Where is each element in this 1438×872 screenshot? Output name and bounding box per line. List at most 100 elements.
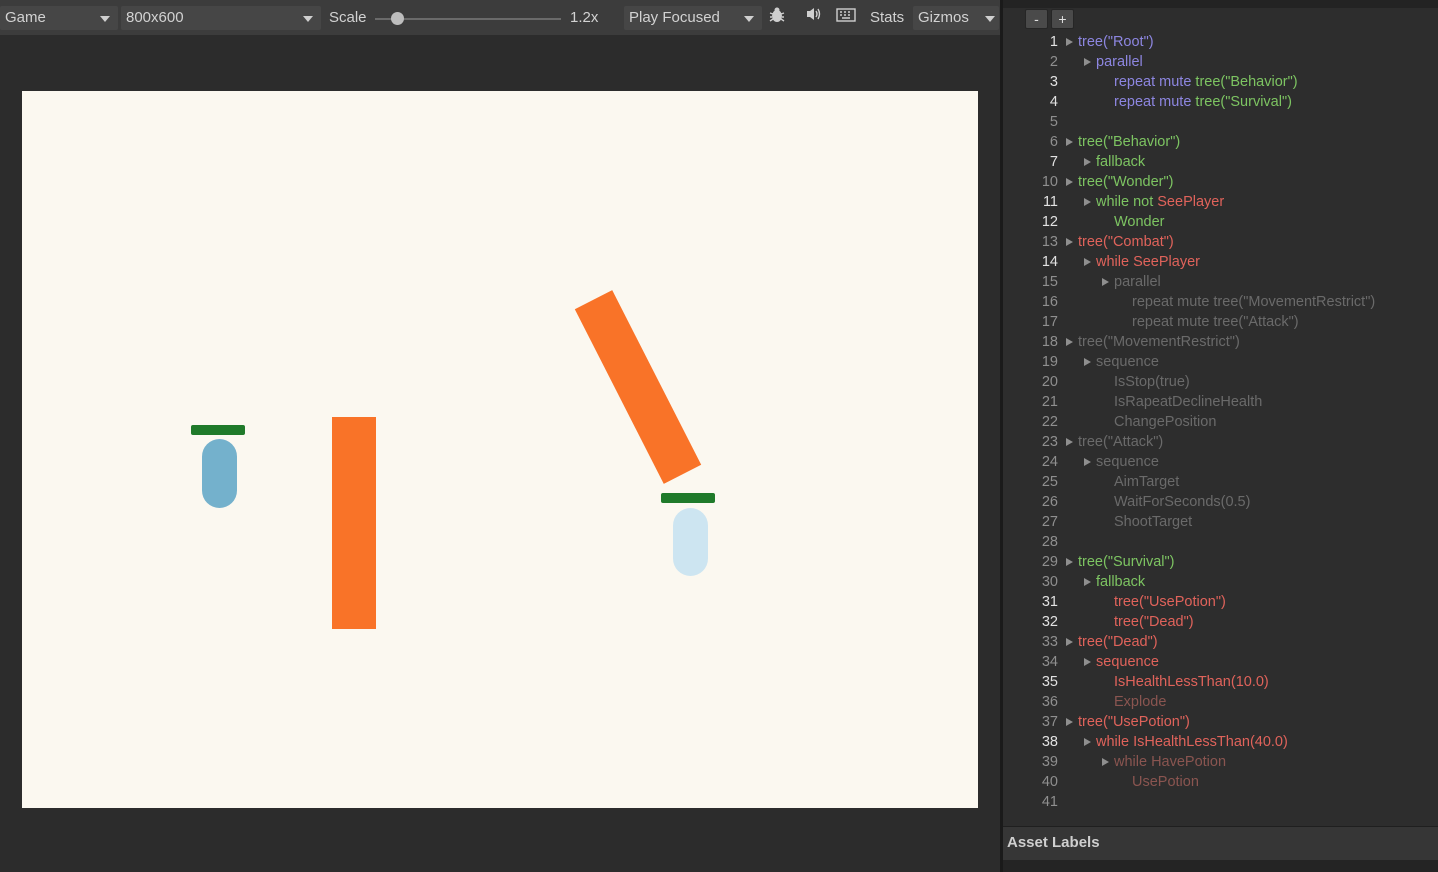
scale-label: Scale [329,9,367,26]
code-line: 29 tree("Survival") [1003,552,1438,572]
code-line: 20 IsStop(true) [1003,372,1438,392]
code-line: 22 ChangePosition [1003,412,1438,432]
gizmos-dropdown[interactable]: Gizmos [913,6,999,30]
code-text: IsStop(true) [1114,372,1190,392]
line-number: 11 [1042,194,1058,210]
code-line: 3 repeat mute tree("Behavior") [1003,72,1438,92]
game-canvas[interactable] [22,91,978,808]
code-text: repeat mute tree("Survival") [1114,92,1292,112]
expand-arrow-icon[interactable] [1066,138,1073,146]
expand-arrow-icon[interactable] [1084,658,1091,666]
code-token: tree("Dead") [1078,634,1158,650]
expand-arrow-icon[interactable] [1084,58,1091,66]
expand-arrow-icon[interactable] [1066,38,1073,46]
play-mode-label: Play Focused [629,9,720,26]
code-token: parallel [1114,274,1161,290]
code-text: UsePotion [1132,772,1199,792]
line-number: 21 [1041,394,1058,410]
play-mode-dropdown[interactable]: Play Focused [624,6,762,30]
code-text: repeat mute tree("Attack") [1132,312,1299,332]
line-number: 37 [1041,714,1058,730]
asset-labels-section[interactable]: Asset Labels [1003,826,1438,861]
expand-arrow-icon[interactable] [1084,458,1091,466]
code-text: while not SeePlayer [1096,192,1224,212]
code-token: tree("Combat") [1078,234,1174,250]
code-line: 1 tree("Root") [1003,32,1438,52]
expand-arrow-icon[interactable] [1066,338,1073,346]
resolution-dropdown[interactable]: 800x600 [121,6,321,30]
chevron-down-icon [303,16,313,22]
code-text: fallback [1096,572,1145,592]
code-token: SeePlayer [1157,194,1225,210]
code-token: repeat mute [1114,94,1196,110]
code-token: WaitForSeconds(0.5) [1114,494,1251,510]
code-line: 6 tree("Behavior") [1003,132,1438,152]
code-text: sequence [1096,452,1159,472]
expand-arrow-icon[interactable] [1084,198,1091,206]
code-text: tree("UsePotion") [1078,712,1190,732]
expand-arrow-icon[interactable] [1084,578,1091,586]
code-text: fallback [1096,152,1145,172]
line-number: 13 [1041,234,1058,250]
line-number: 16 [1041,294,1058,310]
code-line: 32 tree("Dead") [1003,612,1438,632]
code-line: 25 AimTarget [1003,472,1438,492]
code-text: tree("MovementRestrict") [1078,332,1240,352]
rotated-wall-obstacle [574,290,702,484]
expand-arrow-icon[interactable] [1066,438,1073,446]
player-character [202,439,237,508]
expand-arrow-icon[interactable] [1066,718,1073,726]
code-line: 27 ShootTarget [1003,512,1438,532]
code-text: tree("UsePotion") [1114,592,1226,612]
enemy-character [673,508,708,576]
line-number: 3 [1049,74,1058,90]
expand-arrow-icon[interactable] [1084,158,1091,166]
expand-arrow-icon[interactable] [1084,358,1091,366]
expand-all-button[interactable]: + [1051,9,1074,29]
vertical-wall-obstacle [332,417,376,629]
code-line: 41 [1003,792,1438,812]
line-number: 20 [1041,374,1058,390]
code-line: 11 while not SeePlayer [1003,192,1438,212]
expand-arrow-icon[interactable] [1066,638,1073,646]
code-token: tree("Dead") [1114,614,1194,630]
expand-arrow-icon[interactable] [1102,278,1109,286]
code-token: fallback [1096,154,1146,170]
expand-arrow-icon[interactable] [1102,758,1109,766]
expand-arrow-icon[interactable] [1066,238,1073,246]
expand-arrow-icon[interactable] [1084,738,1091,746]
code-token: tree("UsePotion") [1078,714,1190,730]
code-token: tree("UsePotion") [1114,594,1226,610]
scale-value: 1.2x [570,9,599,26]
line-number: 22 [1041,414,1058,430]
code-token: repeat mute [1114,74,1196,90]
stats-button[interactable]: Stats [870,6,904,30]
code-text: tree("Root") [1078,32,1154,52]
code-line: 2 parallel [1003,52,1438,72]
scale-slider-handle[interactable] [391,12,405,25]
line-number: 15 [1041,274,1058,290]
code-token: tree("Attack") [1078,434,1164,450]
code-line: 39 while HavePotion [1003,752,1438,772]
view-type-dropdown[interactable]: Game [0,6,118,30]
expand-arrow-icon[interactable] [1066,558,1073,566]
code-token: ChangePosition [1114,414,1217,430]
line-number: 35 [1041,674,1058,690]
expand-arrow-icon[interactable] [1066,178,1073,186]
code-token: repeat mute tree("MovementRestrict") [1132,294,1376,310]
code-token: tree("Wonder") [1078,174,1174,190]
code-line: 21 IsRapeatDeclineHealth [1003,392,1438,412]
code-token: tree("Behavior") [1195,74,1298,90]
code-line: 31 tree("UsePotion") [1003,592,1438,612]
behavior-tree-panel: - + 1 tree("Root") 2 parallel 3 repeat mute t… [1003,0,1438,872]
code-line: 19 sequence [1003,352,1438,372]
speaker-icon[interactable] [801,6,827,30]
code-token: IsRapeatDeclineHealth [1114,394,1263,410]
collapse-all-button[interactable]: - [1025,9,1048,29]
chevron-down-icon [744,16,754,22]
code-line: 12 Wonder [1003,212,1438,232]
expand-arrow-icon[interactable] [1084,258,1091,266]
keyboard-icon[interactable] [833,6,859,30]
bug-icon[interactable] [764,6,790,30]
code-line: 38 while IsHealthLessThan(40.0) [1003,732,1438,752]
